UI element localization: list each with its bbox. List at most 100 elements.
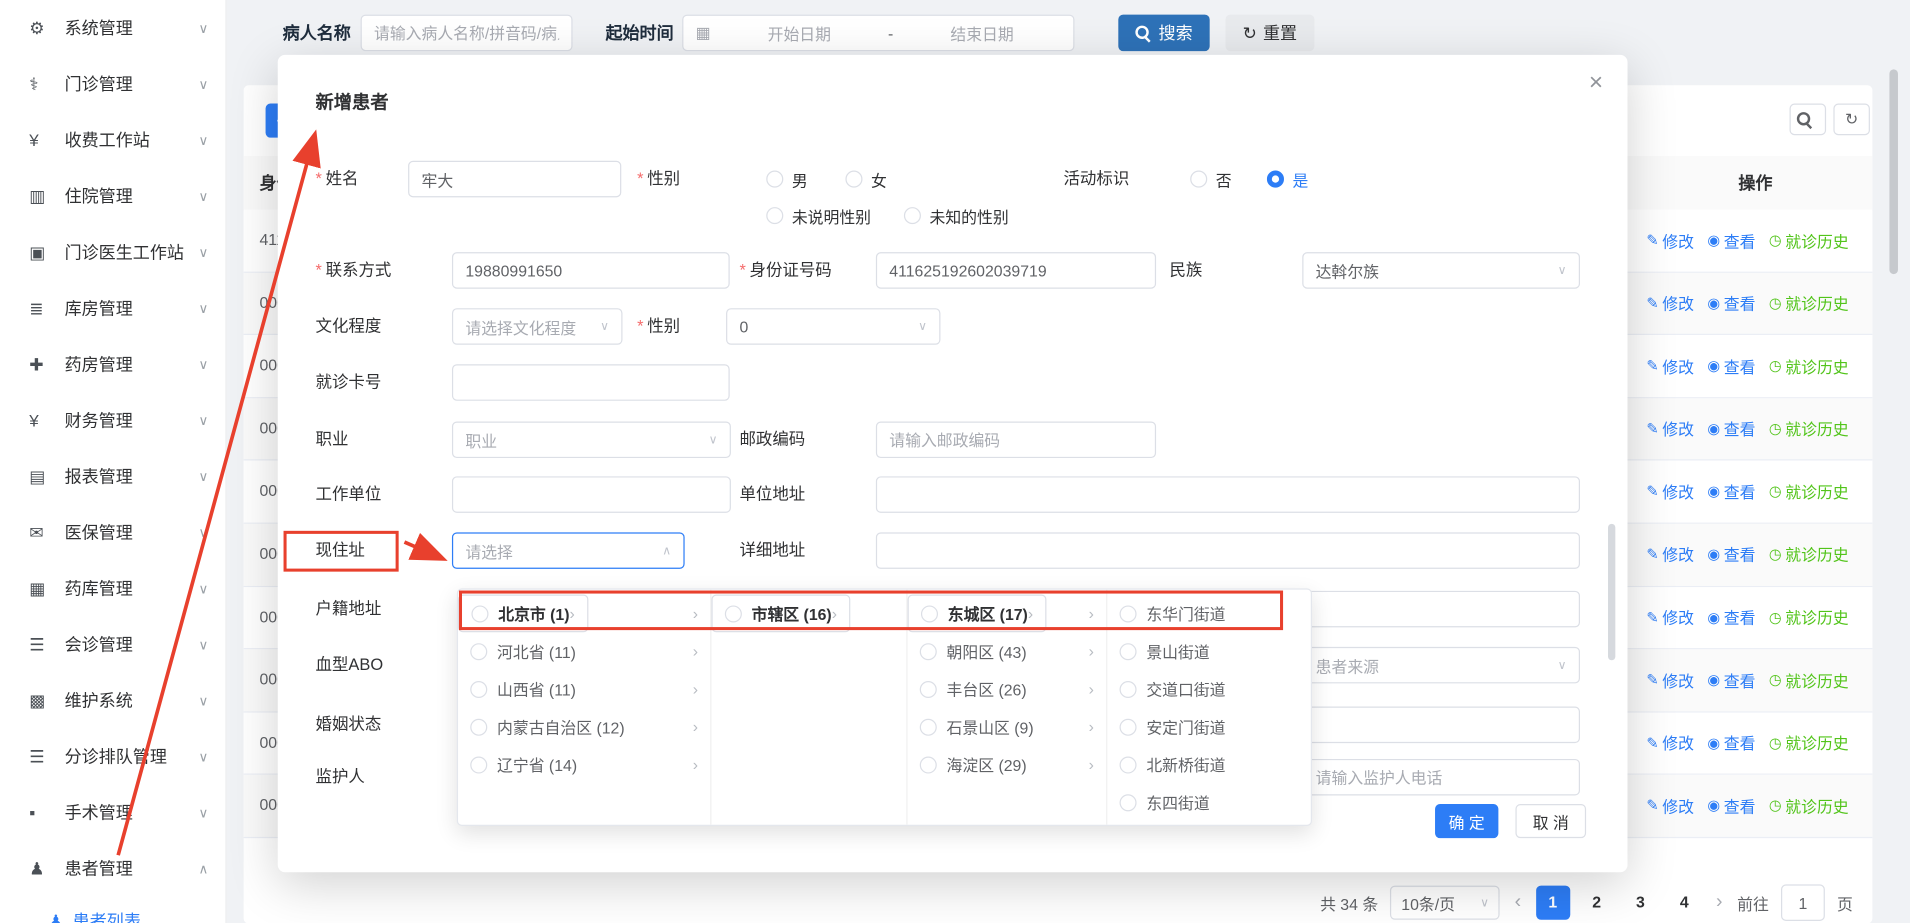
cascader-option[interactable]: 景山街道: [1107, 632, 1310, 670]
view-link[interactable]: ◉查看: [1707, 543, 1755, 566]
sidebar-item-patient-list[interactable]: ♟ 患者列表: [0, 897, 225, 923]
sidebar-item-doctor-station[interactable]: ▣门诊医生工作站∨: [0, 224, 225, 280]
goto-page-input[interactable]: [1781, 884, 1825, 921]
edit-link[interactable]: ✎修改: [1646, 228, 1694, 251]
sidebar-item-inpatient[interactable]: ▥住院管理∨: [0, 168, 225, 224]
view-link[interactable]: ◉查看: [1707, 354, 1755, 377]
view-link[interactable]: ◉查看: [1707, 668, 1755, 691]
cascader-option[interactable]: 石景山区 (9)›: [908, 708, 1107, 746]
history-link[interactable]: ◷就诊历史: [1769, 731, 1849, 754]
sidebar-item-drugstore[interactable]: ▦药库管理∨: [0, 560, 225, 616]
sidebar-item-maintenance[interactable]: ▩维护系统∨: [0, 672, 225, 728]
edit-link[interactable]: ✎修改: [1646, 794, 1694, 817]
cascader-option[interactable]: 辽宁省 (14)›: [458, 746, 710, 784]
edit-link[interactable]: ✎修改: [1646, 480, 1694, 503]
view-link[interactable]: ◉查看: [1707, 291, 1755, 314]
history-link[interactable]: ◷就诊历史: [1769, 794, 1849, 817]
sidebar-item-consultation[interactable]: ☰会诊管理∨: [0, 616, 225, 672]
contact-input[interactable]: [452, 252, 730, 289]
gender-radio-unstated[interactable]: 未说明性别: [766, 197, 871, 234]
household-address-extra-input[interactable]: [1302, 591, 1580, 628]
unit-address-input[interactable]: [876, 476, 1580, 513]
edit-link[interactable]: ✎修改: [1646, 354, 1694, 377]
sidebar-item-insurance[interactable]: ✉医保管理∨: [0, 504, 225, 560]
cascader-option[interactable]: 海淀区 (29)›: [908, 746, 1107, 784]
sidebar-item-surgery[interactable]: ▪手术管理∨: [0, 785, 225, 841]
page-button[interactable]: 1: [1536, 886, 1570, 920]
sidebar-item-warehouse[interactable]: ≣库房管理∨: [0, 280, 225, 336]
edit-link[interactable]: ✎修改: [1646, 606, 1694, 629]
occupation-select[interactable]: 职业 ∨: [452, 421, 731, 458]
edit-link[interactable]: ✎修改: [1646, 668, 1694, 691]
gender-code-select[interactable]: 0 ∨: [726, 308, 940, 345]
close-icon[interactable]: ×: [1589, 69, 1603, 97]
cascader-option[interactable]: 丰台区 (26)›: [908, 670, 1107, 708]
education-select[interactable]: 请选择文化程度 ∨: [452, 308, 623, 345]
current-address-cascader[interactable]: 请选择 ∧: [452, 532, 685, 569]
view-link[interactable]: ◉查看: [1707, 480, 1755, 503]
confirm-button[interactable]: 确 定: [1435, 804, 1498, 838]
gender-radio-female[interactable]: 女: [845, 161, 886, 198]
sidebar-item-triage-queue[interactable]: ☰分诊排队管理∨: [0, 728, 225, 784]
search-button[interactable]: 搜索: [1118, 15, 1209, 52]
work-unit-input[interactable]: [452, 476, 731, 513]
sidebar-item-report[interactable]: ▤报表管理∨: [0, 448, 225, 504]
sidebar-item-charging[interactable]: ¥收费工作站∨: [0, 112, 225, 168]
cascader-option[interactable]: 安定门街道: [1107, 708, 1310, 746]
gender-radio-unknown[interactable]: 未知的性别: [904, 197, 1009, 234]
table-refresh-button[interactable]: ↻: [1833, 104, 1870, 136]
active-flag-radio-yes[interactable]: 是: [1267, 161, 1308, 198]
view-link[interactable]: ◉查看: [1707, 417, 1755, 440]
history-link[interactable]: ◷就诊历史: [1769, 480, 1849, 503]
history-link[interactable]: ◷就诊历史: [1769, 668, 1849, 691]
cascader-option[interactable]: 交道口街道: [1107, 670, 1310, 708]
view-link[interactable]: ◉查看: [1707, 794, 1755, 817]
visit-card-input[interactable]: [452, 364, 730, 401]
sidebar-item-patient[interactable]: ♟患者管理∧: [0, 841, 225, 897]
history-link[interactable]: ◷就诊历史: [1769, 606, 1849, 629]
detail-address-input[interactable]: [876, 532, 1580, 569]
marital-status-extra-input[interactable]: [1302, 707, 1580, 744]
edit-link[interactable]: ✎修改: [1646, 417, 1694, 440]
history-link[interactable]: ◷就诊历史: [1769, 417, 1849, 440]
view-link[interactable]: ◉查看: [1707, 731, 1755, 754]
ethnicity-select[interactable]: 达斡尔族 ∨: [1302, 252, 1580, 289]
name-input[interactable]: [408, 161, 621, 198]
guardian-phone-input[interactable]: [1302, 759, 1580, 796]
history-link[interactable]: ◷就诊历史: [1769, 543, 1849, 566]
cascader-option[interactable]: 东四街道: [1107, 783, 1310, 821]
modal-scrollbar[interactable]: [1608, 524, 1615, 660]
gender-radio-male[interactable]: 男: [766, 161, 807, 198]
history-link[interactable]: ◷就诊历史: [1769, 291, 1849, 314]
cascader-option[interactable]: 朝阳区 (43)›: [908, 632, 1107, 670]
view-link[interactable]: ◉查看: [1707, 228, 1755, 251]
patient-name-input[interactable]: [361, 15, 573, 52]
cascader-option[interactable]: 山西省 (11)›: [458, 670, 710, 708]
sidebar-item-system[interactable]: ⚙系统管理∨: [0, 0, 225, 56]
page-button[interactable]: 2: [1580, 886, 1614, 920]
cascader-option[interactable]: 河北省 (11)›: [458, 632, 710, 670]
reset-button[interactable]: ↻ 重置: [1226, 15, 1315, 52]
page-scrollbar[interactable]: [1889, 69, 1898, 274]
cascader-option[interactable]: 东城区 (17)›: [908, 594, 1047, 632]
sidebar-item-pharmacy[interactable]: ✚药房管理∨: [0, 336, 225, 392]
sidebar-item-finance[interactable]: ¥财务管理∨: [0, 392, 225, 448]
sidebar-item-outpatient[interactable]: ⚕门诊管理∨: [0, 56, 225, 112]
cascader-option[interactable]: 市辖区 (16)›: [711, 594, 850, 632]
prev-page-button[interactable]: ‹: [1512, 892, 1523, 914]
cascader-option[interactable]: 东华门街道: [1107, 594, 1310, 632]
view-link[interactable]: ◉查看: [1707, 606, 1755, 629]
cascader-option[interactable]: 内蒙古自治区 (12)›: [458, 708, 710, 746]
edit-link[interactable]: ✎修改: [1646, 731, 1694, 754]
active-flag-radio-no[interactable]: 否: [1190, 161, 1231, 198]
edit-link[interactable]: ✎修改: [1646, 543, 1694, 566]
next-page-button[interactable]: ›: [1714, 892, 1725, 914]
history-link[interactable]: ◷就诊历史: [1769, 228, 1849, 251]
postal-code-input[interactable]: [876, 421, 1156, 458]
history-link[interactable]: ◷就诊历史: [1769, 354, 1849, 377]
patient-source-select[interactable]: 患者来源 ∨: [1302, 647, 1580, 684]
date-range-picker[interactable]: ▦ 开始日期 - 结束日期: [682, 15, 1074, 52]
cascader-option[interactable]: 北京市 (1)›: [458, 594, 588, 632]
cancel-button[interactable]: 取 消: [1515, 804, 1586, 838]
id-number-input[interactable]: [876, 252, 1156, 289]
